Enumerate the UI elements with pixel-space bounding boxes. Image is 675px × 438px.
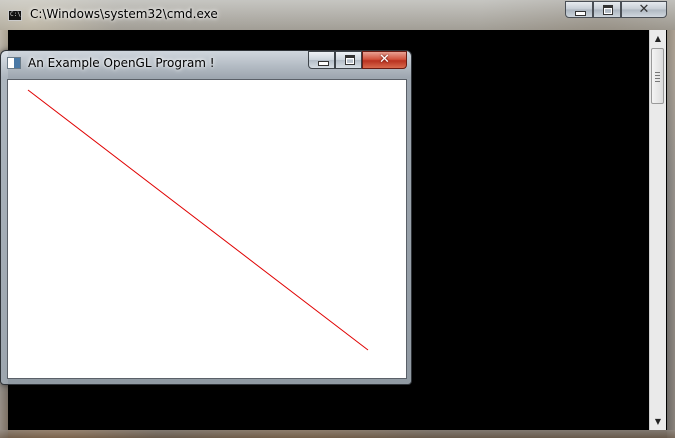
cmd-vertical-scrollbar[interactable]: ▲ ▼ bbox=[649, 30, 666, 430]
close-icon: ✕ bbox=[379, 52, 390, 67]
opengl-window-title: An Example OpenGL Program ! bbox=[28, 56, 215, 70]
cmd-window-controls: ✕ bbox=[565, 1, 667, 19]
cmd-titlebar[interactable]: C:\ C:\Windows\system32\cmd.exe ✕ bbox=[0, 0, 675, 30]
opengl-window-icon[interactable] bbox=[7, 57, 21, 69]
cmd-window-icon[interactable]: C:\ bbox=[8, 10, 22, 21]
cmd-frame-bottom bbox=[0, 430, 675, 438]
cmd-maximize-button[interactable] bbox=[593, 1, 621, 18]
maximize-icon bbox=[603, 5, 613, 15]
cmd-window-title: C:\Windows\system32\cmd.exe bbox=[30, 7, 218, 21]
opengl-canvas[interactable] bbox=[7, 79, 407, 379]
opengl-window: An Example OpenGL Program ! ✕ bbox=[0, 50, 412, 385]
opengl-window-controls: ✕ bbox=[308, 51, 407, 70]
thumb-grip-line bbox=[655, 81, 660, 82]
thumb-grip-line bbox=[655, 78, 660, 79]
thumb-grip-line bbox=[655, 75, 660, 76]
cmd-icon-text: C:\ bbox=[10, 11, 21, 18]
minimize-icon bbox=[318, 61, 329, 66]
gl-minimize-button[interactable] bbox=[308, 51, 335, 69]
cmd-close-button[interactable]: ✕ bbox=[621, 1, 667, 18]
scrollbar-thumb[interactable] bbox=[651, 48, 664, 104]
red-diagonal-line bbox=[27, 89, 369, 351]
thumb-grip-line bbox=[655, 72, 660, 73]
cmd-frame-right bbox=[667, 30, 675, 438]
scroll-up-arrow-icon[interactable]: ▲ bbox=[650, 30, 666, 47]
scroll-down-arrow-icon[interactable]: ▼ bbox=[650, 413, 666, 430]
cmd-minimize-button[interactable] bbox=[565, 1, 593, 18]
gl-maximize-button[interactable] bbox=[335, 51, 362, 69]
close-icon: ✕ bbox=[638, 2, 650, 17]
opengl-render-surface bbox=[27, 89, 369, 351]
gl-close-button[interactable]: ✕ bbox=[362, 51, 407, 69]
maximize-icon bbox=[345, 55, 355, 65]
minimize-icon bbox=[575, 11, 586, 16]
